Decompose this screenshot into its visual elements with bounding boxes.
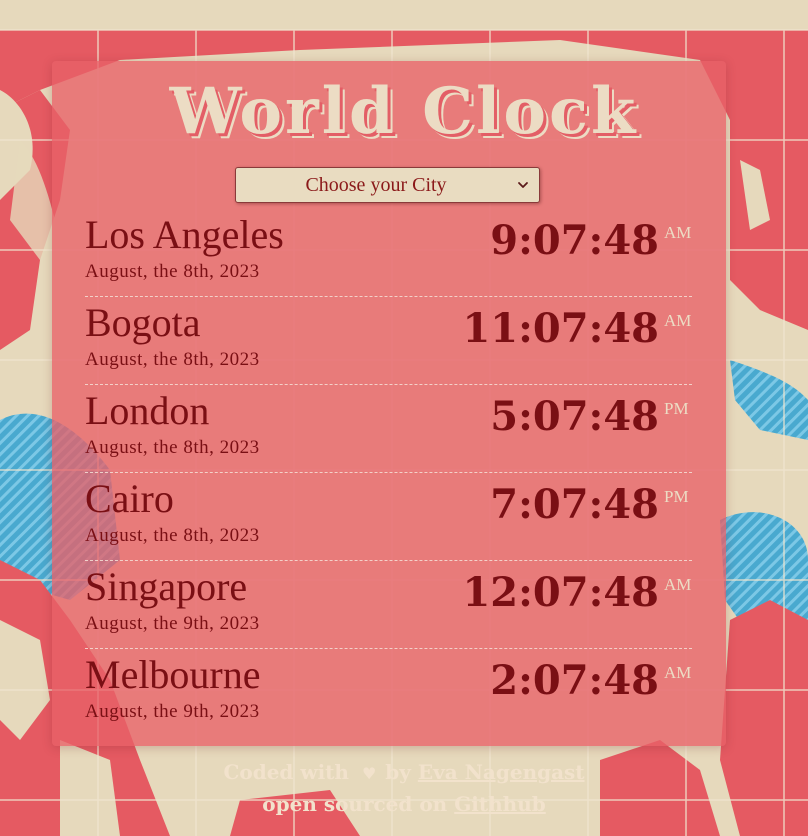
city-row: Singapore August, the 9th, 2023 12:07:48… (85, 561, 692, 649)
city-ampm: PM (664, 487, 689, 506)
city-time: 7:07:48 (490, 481, 659, 528)
city-name: Los Angeles (85, 212, 284, 257)
city-name: Singapore (85, 564, 248, 609)
city-ampm: AM (664, 311, 692, 330)
footer: Coded with ♥ by Eva Nagengast open sourc… (0, 757, 808, 819)
city-date: August, the 8th, 2023 (85, 437, 260, 458)
city-time: 12:07:48 (462, 569, 659, 616)
github-link[interactable]: Githhub (454, 792, 546, 816)
city-date: August, the 8th, 2023 (85, 525, 260, 546)
city-date: August, the 9th, 2023 (85, 701, 260, 722)
city-time: 5:07:48 (490, 393, 659, 440)
city-time-group: 7:07:48 PM (490, 485, 692, 525)
city-name: Cairo (85, 476, 174, 521)
city-time: 9:07:48 (490, 217, 659, 264)
city-date: August, the 8th, 2023 (85, 349, 260, 370)
footer-credit-line: Coded with ♥ by Eva Nagengast (0, 757, 808, 789)
city-name: London (85, 388, 210, 433)
footer-coded-with: Coded with (223, 760, 349, 784)
footer-by: by (385, 760, 411, 784)
city-row: Cairo August, the 8th, 2023 7:07:48 PM (85, 473, 692, 561)
heart-icon: ♥ (361, 764, 377, 783)
city-time-group: 2:07:48 AM (490, 661, 692, 701)
city-ampm: AM (664, 575, 692, 594)
city-select[interactable]: Choose your City (235, 167, 540, 203)
city-ampm: PM (664, 399, 689, 418)
city-name: Bogota (85, 300, 201, 345)
page-title: World Clock (169, 74, 639, 149)
city-name: Melbourne (85, 652, 261, 697)
city-time-group: 11:07:48 AM (462, 309, 692, 349)
city-time-group: 9:07:48 AM (490, 221, 692, 261)
city-row: Melbourne August, the 9th, 2023 2:07:48 … (85, 649, 692, 737)
city-date: August, the 8th, 2023 (85, 261, 260, 282)
city-list: Los Angeles August, the 8th, 2023 9:07:4… (85, 209, 692, 737)
city-row: Bogota August, the 8th, 2023 11:07:48 AM (85, 297, 692, 385)
city-ampm: AM (664, 223, 692, 242)
city-row: London August, the 8th, 2023 5:07:48 PM (85, 385, 692, 473)
author-link[interactable]: Eva Nagengast (418, 760, 585, 784)
footer-open-sourced: open sourced on (262, 792, 448, 816)
city-time: 11:07:48 (462, 305, 659, 352)
city-ampm: AM (664, 663, 692, 682)
chevron-down-icon (518, 182, 528, 188)
city-time-group: 12:07:48 AM (462, 573, 692, 613)
city-select-value: Choose your City (305, 174, 447, 196)
city-time: 2:07:48 (490, 657, 659, 704)
city-date: August, the 9th, 2023 (85, 613, 260, 634)
footer-source-line: open sourced on Githhub (0, 789, 808, 819)
city-time-group: 5:07:48 PM (490, 397, 692, 437)
city-row: Los Angeles August, the 8th, 2023 9:07:4… (85, 209, 692, 297)
